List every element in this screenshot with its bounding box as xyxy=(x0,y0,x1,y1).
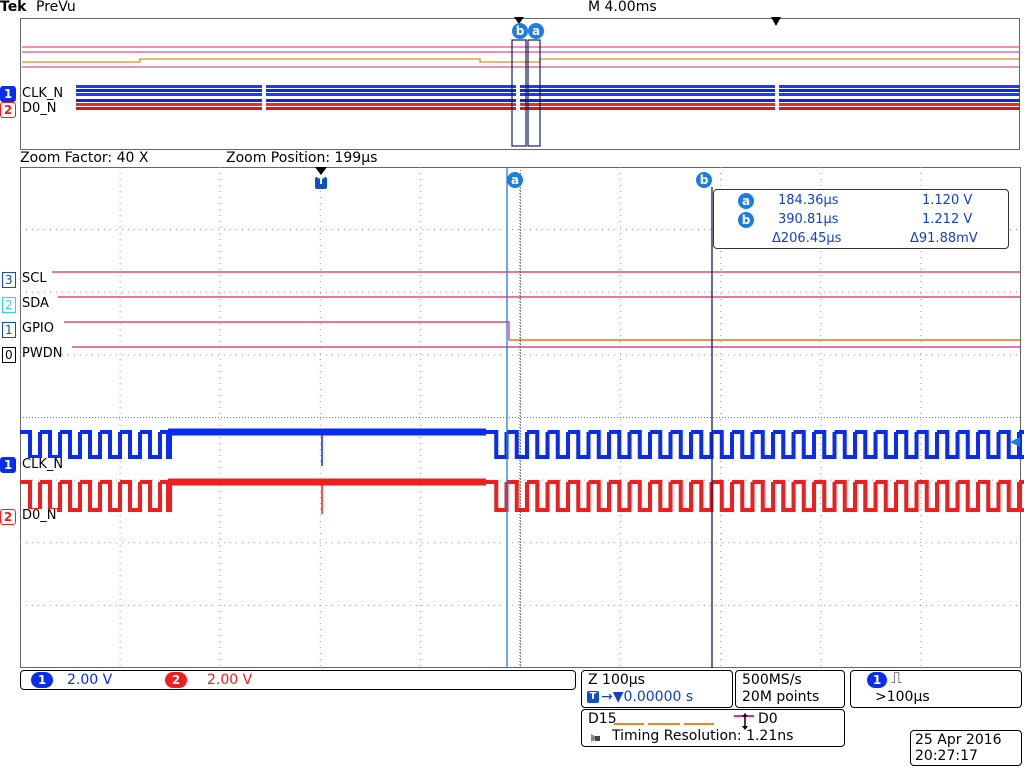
d3-label: SCL xyxy=(22,271,47,286)
trigger-condition: >100µs xyxy=(875,689,930,705)
time: 20:27:17 xyxy=(915,748,978,764)
readout-delta-volt: Δ91.88mV xyxy=(910,231,978,246)
d0-number: 0 xyxy=(2,347,16,363)
sample-rate: 500MS/s xyxy=(742,672,802,688)
status-ch1-scale: 2.00 V xyxy=(67,672,113,688)
ch2-waveform xyxy=(20,480,1024,512)
main-cursor-a[interactable]: a xyxy=(507,172,523,188)
status-ch2-scale: 2.00 V xyxy=(207,672,253,688)
ch2-label: D0_N xyxy=(22,508,57,523)
digital-range-end: D0 xyxy=(758,711,778,727)
ch1-level-marker xyxy=(1010,437,1020,447)
datetime-panel: 25 Apr 2016 20:27:17 xyxy=(910,730,1022,766)
trigger-source-badge: 1 xyxy=(867,672,887,688)
pulse-width-icon: ⎍ xyxy=(891,668,903,687)
digital-timing-panel[interactable]: D15 D0 Timing Resolution: 1.21ns xyxy=(581,709,845,747)
trigger-position: →▼0.00000 s xyxy=(601,689,694,705)
timing-resolution: Timing Resolution: 1.21ns xyxy=(612,728,794,744)
main-waveform-area xyxy=(20,167,1024,668)
readout-b-time: 390.81µs xyxy=(778,212,839,227)
readout-a-badge: a xyxy=(738,193,754,209)
readout-a-volt: 1.120 V xyxy=(922,193,973,208)
ch1-waveform xyxy=(20,430,1024,459)
readout-b-badge: b xyxy=(738,212,754,228)
ch1-ground-badge[interactable]: 1 xyxy=(0,457,16,473)
d1-label: GPIO xyxy=(22,321,54,336)
date: 25 Apr 2016 xyxy=(915,732,1002,748)
trigger-position-marker[interactable]: T xyxy=(314,167,328,195)
main-cursor-b[interactable]: b xyxy=(696,172,712,188)
d1-number: 1 xyxy=(2,322,16,338)
ch2-ground-badge[interactable]: 2 xyxy=(0,509,16,525)
vertical-scale-bar[interactable]: 1 2.00 V 2 2.00 V xyxy=(20,670,576,690)
trigger-pos-badge: T xyxy=(587,691,599,703)
readout-b-volt: 1.212 V xyxy=(922,212,973,227)
readout-delta-time: Δ206.45µs xyxy=(772,231,842,246)
ch1-label: CLK_N xyxy=(22,457,64,472)
record-length: 20M points xyxy=(742,689,820,705)
d0-label: PWDN xyxy=(22,346,63,361)
cursor-readout: a 184.36µs 1.120 V b 390.81µs 1.212 V Δ2… xyxy=(713,189,1009,249)
zoom-scale: Z 100µs xyxy=(588,672,645,688)
gpio-trace-high xyxy=(64,321,1020,341)
trigger-marker-label: T xyxy=(317,176,325,187)
acquisition-panel[interactable]: 500MS/s 20M points xyxy=(735,670,845,708)
status-ch1-badge[interactable]: 1 xyxy=(31,672,53,688)
d3-number: 3 xyxy=(2,272,16,288)
status-ch2-badge[interactable]: 2 xyxy=(165,672,187,688)
trigger-panel[interactable]: 1 ⎍ >100µs xyxy=(850,670,1022,708)
d2-label: SDA xyxy=(22,296,49,311)
readout-a-time: 184.36µs xyxy=(778,193,839,208)
horizontal-zoom-panel[interactable]: Z 100µs T →▼0.00000 s xyxy=(581,670,733,708)
d2-number: 2 xyxy=(2,297,16,313)
